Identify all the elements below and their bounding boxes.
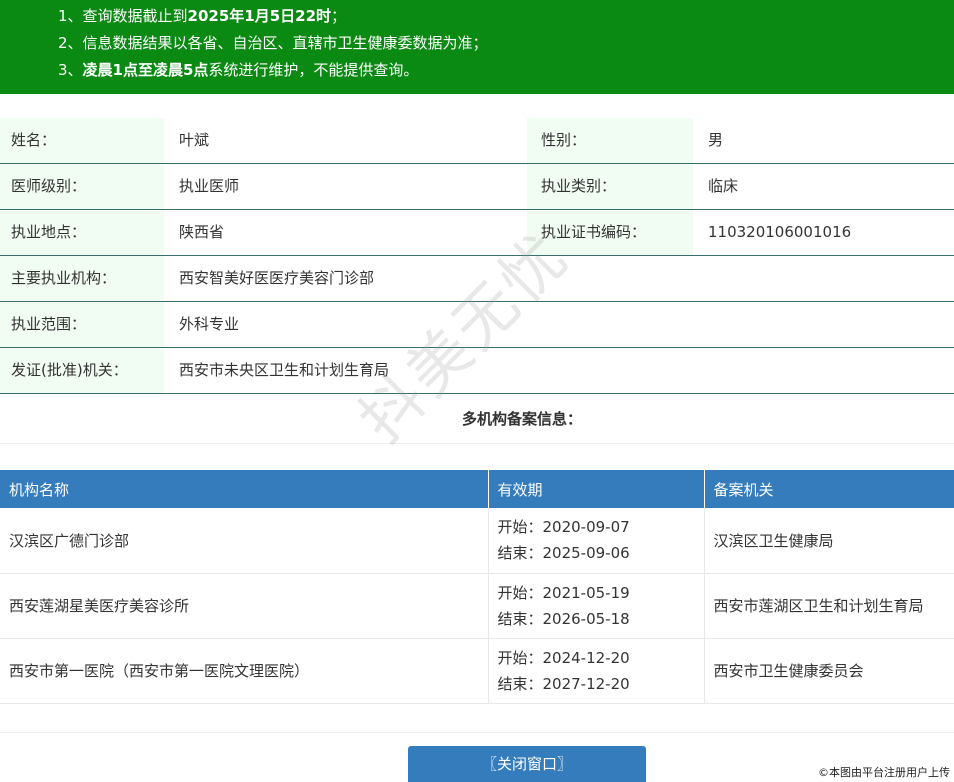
doctor-info-table: 姓名： 叶斌 性别： 男 医师级别： 执业医师 执业类别： 临床 执业地点： 陕… (0, 118, 954, 394)
category-label: 执业类别： (527, 164, 693, 209)
info-row-level-category: 医师级别： 执业医师 执业类别： 临床 (0, 164, 954, 210)
notice-line-1: 1、查询数据截止到2025年1月5日22时； (58, 7, 347, 25)
level-label: 医师级别： (0, 164, 164, 209)
name-value: 叶斌 (179, 131, 210, 149)
multi-institution-title: 多机构备案信息： (0, 398, 954, 444)
validity-start: 开始：2021-05-19 (497, 583, 630, 602)
org-authority: 汉滨区卫生健康局 (704, 508, 954, 574)
info-row-scope: 执业范围： 外科专业 (0, 302, 954, 348)
institution-value: 西安智美好医医疗美容门诊部 (179, 269, 375, 287)
validity-end: 结束：2025-09-06 (497, 544, 630, 563)
cert-value: 110320106001016 (708, 223, 852, 241)
footer-divider (0, 732, 954, 733)
validity-end: 结束：2027-12-20 (497, 674, 630, 693)
scope-value: 外科专业 (179, 315, 240, 333)
cert-label: 执业证书编码： (527, 210, 693, 255)
level-value: 执业医师 (179, 177, 240, 195)
upload-credit: ©本图由平台注册用户上传 (818, 766, 950, 779)
validity-end: 结束：2026-05-18 (497, 609, 630, 628)
table-row: 西安市第一医院（西安市第一医院文理医院） 开始：2024-12-20 结束：20… (0, 638, 954, 704)
col-header-validity: 有效期 (488, 470, 705, 508)
category-value: 临床 (708, 177, 739, 195)
validity-start: 开始：2020-09-07 (497, 518, 630, 537)
notice-line-3: 3、凌晨1点至凌晨5点系统进行维护，不能提供查询。 (58, 61, 419, 79)
location-label: 执业地点： (0, 210, 164, 255)
close-window-button[interactable]: 〖关闭窗口〗 (408, 746, 646, 782)
org-name: 西安莲湖星美医疗美容诊所 (0, 573, 489, 639)
validity-cell: 开始：2021-05-19 结束：2026-05-18 (488, 573, 705, 639)
gender-label: 性别： (527, 118, 693, 163)
name-label: 姓名： (0, 118, 164, 163)
info-row-issuer: 发证(批准)机关： 西安市未央区卫生和计划生育局 (0, 348, 954, 394)
validity-cell: 开始：2024-12-20 结束：2027-12-20 (488, 638, 705, 704)
institution-label: 主要执业机构： (0, 256, 164, 301)
info-row-location-cert: 执业地点： 陕西省 执业证书编码： 110320106001016 (0, 210, 954, 256)
institution-filing-table: 机构名称 有效期 备案机关 汉滨区广德门诊部 开始：2020-09-07 结束：… (0, 470, 954, 704)
validity-start: 开始：2024-12-20 (497, 648, 630, 667)
notice-banner: 1、查询数据截止到2025年1月5日22时； 2、信息数据结果以各省、自治区、直… (0, 0, 954, 94)
info-row-name-gender: 姓名： 叶斌 性别： 男 (0, 118, 954, 164)
table-header-row: 机构名称 有效期 备案机关 (0, 470, 954, 508)
notice-line-2: 2、信息数据结果以各省、自治区、直辖市卫生健康委数据为准； (58, 34, 488, 52)
issuer-value: 西安市未央区卫生和计划生育局 (179, 361, 390, 379)
org-name: 西安市第一医院（西安市第一医院文理医院） (0, 638, 489, 704)
org-name: 汉滨区广德门诊部 (0, 508, 489, 574)
org-authority: 西安市莲湖区卫生和计划生育局 (704, 573, 954, 639)
info-row-institution: 主要执业机构： 西安智美好医医疗美容门诊部 (0, 256, 954, 302)
table-row: 汉滨区广德门诊部 开始：2020-09-07 结束：2025-09-06 汉滨区… (0, 508, 954, 574)
notice-deadline: 2025年1月5日22时 (187, 7, 332, 25)
table-row: 西安莲湖星美医疗美容诊所 开始：2021-05-19 结束：2026-05-18… (0, 573, 954, 639)
issuer-label: 发证(批准)机关： (0, 348, 164, 393)
scope-label: 执业范围： (0, 302, 164, 347)
notice-maintenance-time: 凌晨1点至凌晨5点 (82, 61, 209, 79)
location-value: 陕西省 (179, 223, 225, 241)
gender-value: 男 (708, 131, 724, 149)
validity-cell: 开始：2020-09-07 结束：2025-09-06 (488, 508, 705, 574)
org-authority: 西安市卫生健康委员会 (704, 638, 954, 704)
col-header-authority: 备案机关 (704, 470, 954, 508)
col-header-name: 机构名称 (0, 470, 489, 508)
